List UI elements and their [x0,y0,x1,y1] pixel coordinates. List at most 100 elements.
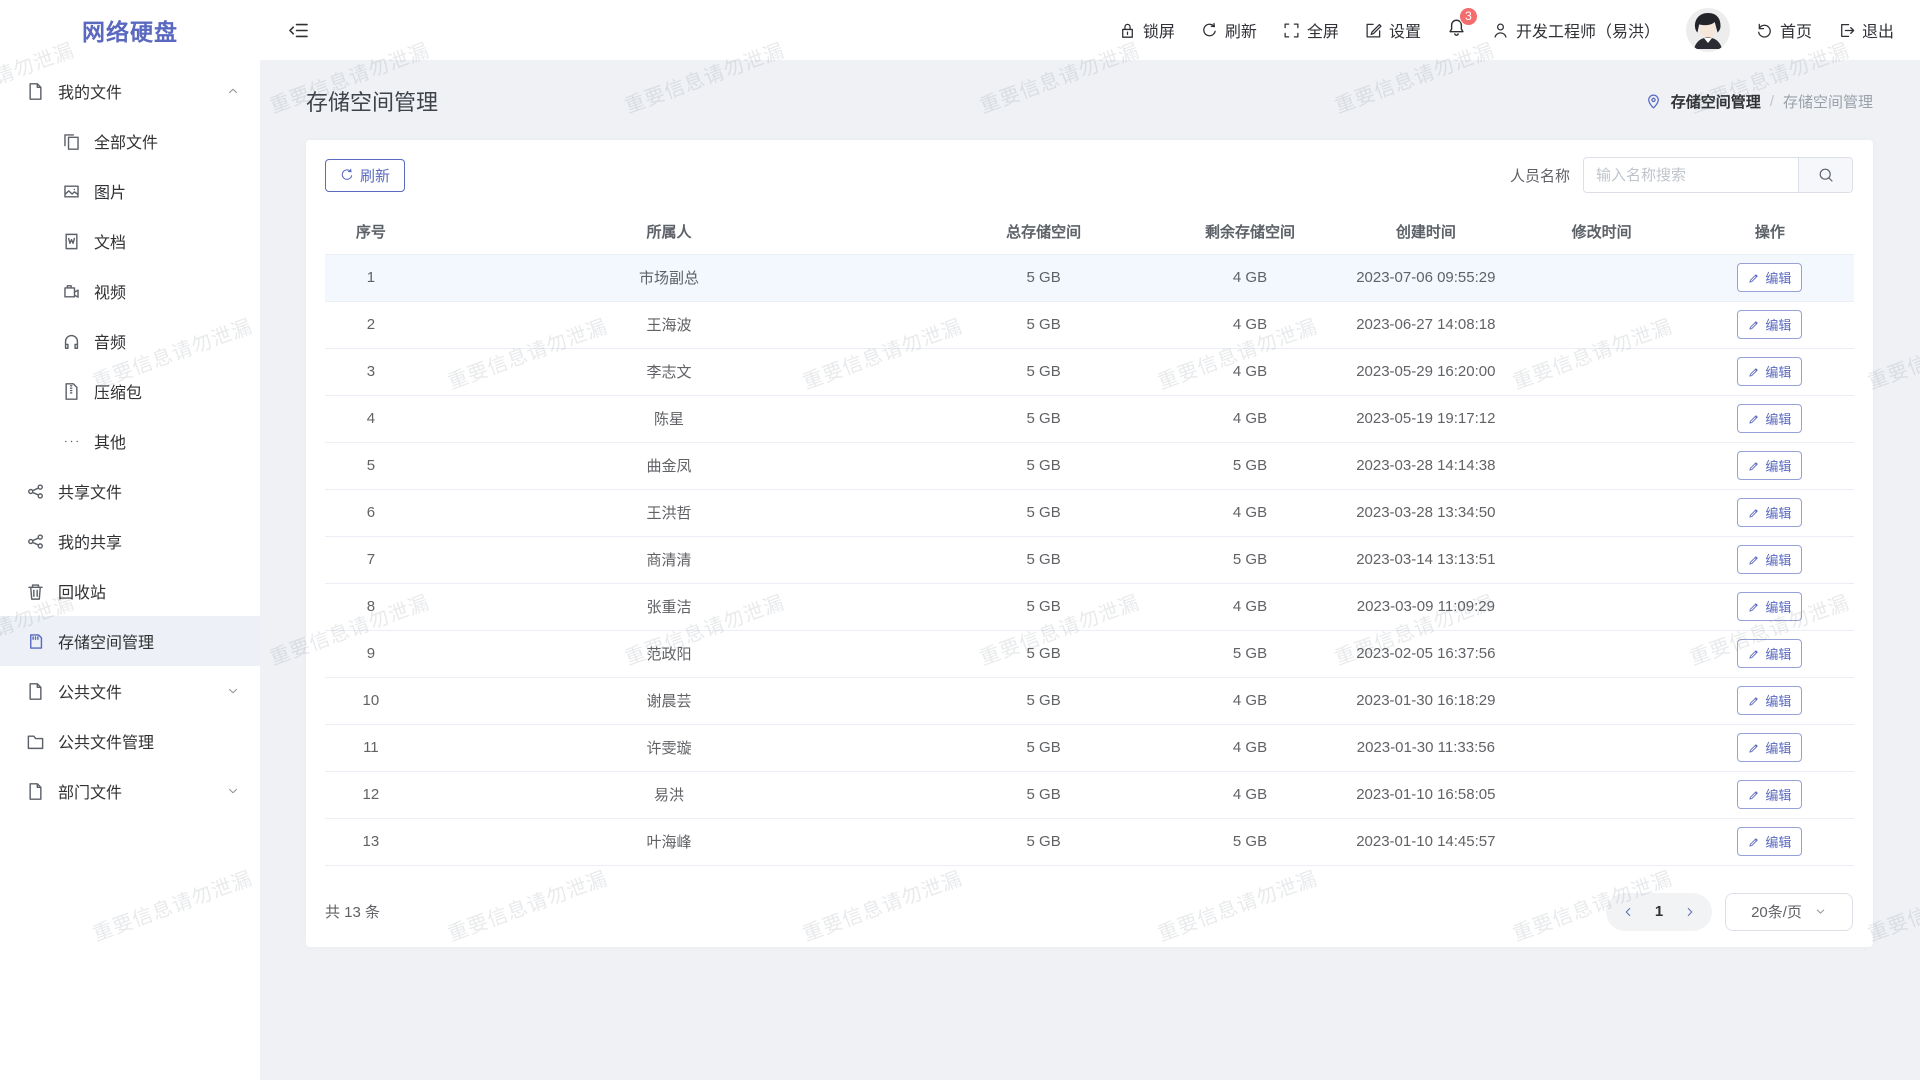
refresh-table-button[interactable]: 刷新 [325,159,405,192]
cell-free: 4 GB [1166,348,1334,395]
sidebar-item-label: 部门文件 [58,779,122,803]
edit-button[interactable]: 编辑 [1737,404,1802,433]
table-row[interactable]: 8张重洁5 GB4 GB2023-03-09 11:09:29编辑 [325,583,1854,630]
fullscreen-button[interactable]: 全屏 [1283,18,1339,42]
page-number[interactable]: 1 [1643,903,1675,920]
location-pin-icon [1645,93,1662,110]
sidebar-item-archives[interactable]: 压缩包 [0,366,260,416]
lock-screen-label: 锁屏 [1143,18,1175,42]
table-row[interactable]: 10谢晨芸5 GB4 GB2023-01-30 16:18:29编辑 [325,677,1854,724]
table-row[interactable]: 5曲金凤5 GB5 GB2023-03-28 14:14:38编辑 [325,442,1854,489]
edit-button[interactable]: 编辑 [1737,451,1802,480]
cell-owner: 张重洁 [417,583,922,630]
edit-button[interactable]: 编辑 [1737,780,1802,809]
chevron-up-icon [226,84,240,98]
prev-page-button[interactable] [1613,905,1643,919]
home-button[interactable]: 首页 [1756,18,1812,42]
edit-button[interactable]: 编辑 [1737,733,1802,762]
edit-button[interactable]: 编辑 [1737,639,1802,668]
trash-icon [26,582,45,601]
column-header: 操作 [1686,210,1854,254]
sidebar-item-label: 存储空间管理 [58,629,154,653]
edit-button-label: 编辑 [1765,268,1791,287]
table-row[interactable]: 13叶海峰5 GB5 GB2023-01-10 14:45:57编辑 [325,818,1854,865]
sidebar-item-audio[interactable]: 音频 [0,316,260,366]
table-row[interactable]: 9范政阳5 GB5 GB2023-02-05 16:37:56编辑 [325,630,1854,677]
avatar[interactable] [1686,8,1730,52]
edit-button[interactable]: 编辑 [1737,545,1802,574]
edit-button[interactable]: 编辑 [1737,357,1802,386]
refresh-page-button[interactable]: 刷新 [1201,18,1257,42]
cell-owner: 商清清 [417,536,922,583]
pager: 1 [1606,893,1712,931]
sidebar-item-all-files[interactable]: 全部文件 [0,116,260,166]
table-row[interactable]: 12易洪5 GB4 GB2023-01-10 16:58:05编辑 [325,771,1854,818]
sidebar-item-public-files-management[interactable]: 公共文件管理 [0,716,260,766]
cell-no: 9 [325,630,417,677]
search-button[interactable] [1798,158,1852,192]
table-row[interactable]: 3李志文5 GB4 GB2023-05-29 16:20:00编辑 [325,348,1854,395]
breadcrumb-item[interactable]: 存储空间管理 [1671,91,1761,112]
cell-no: 13 [325,818,417,865]
user-role-button[interactable]: 开发工程师（易洪） [1492,18,1660,42]
table-row[interactable]: 7商清清5 GB5 GB2023-03-14 13:13:51编辑 [325,536,1854,583]
edit-button[interactable]: 编辑 [1737,592,1802,621]
cell-created: 2023-01-10 16:58:05 [1334,771,1517,818]
cell-owner: 叶海峰 [417,818,922,865]
cell-modified [1518,583,1686,630]
search-input[interactable] [1584,158,1798,192]
breadcrumb-separator: / [1770,93,1774,110]
sidebar-item-images[interactable]: 图片 [0,166,260,216]
page-size-select[interactable]: 20条/页 [1725,893,1853,931]
sidebar-item-public-files[interactable]: 公共文件 [0,666,260,716]
table-row[interactable]: 1市场副总5 GB4 GB2023-07-06 09:55:29编辑 [325,254,1854,301]
table-row[interactable]: 4陈星5 GB4 GB2023-05-19 19:17:12编辑 [325,395,1854,442]
cell-created: 2023-03-28 13:34:50 [1334,489,1517,536]
share-icon [26,482,45,501]
image-icon [62,182,81,201]
edit-button[interactable]: 编辑 [1737,498,1802,527]
edit-pen-icon [1748,601,1760,613]
logout-button[interactable]: 退出 [1838,18,1894,42]
topbar-actions: 锁屏 刷新 全屏 设置 3 开发工程师（易洪） [1119,8,1894,52]
doc-icon [26,782,45,801]
sidebar-item-documents[interactable]: 文档 [0,216,260,266]
edit-button[interactable]: 编辑 [1737,310,1802,339]
sidebar-item-recycle-bin[interactable]: 回收站 [0,566,260,616]
sidebar-item-shared-files[interactable]: 共享文件 [0,466,260,516]
cell-no: 3 [325,348,417,395]
lock-screen-button[interactable]: 锁屏 [1119,18,1175,42]
table-row[interactable]: 2王海波5 GB4 GB2023-06-27 14:08:18编辑 [325,301,1854,348]
table-row[interactable]: 11许雯璇5 GB4 GB2023-01-30 11:33:56编辑 [325,724,1854,771]
cell-no: 2 [325,301,417,348]
sidebar-item-storage-management[interactable]: 存储空间管理 [0,616,260,666]
search-label: 人员名称 [1510,165,1570,186]
video-icon [62,282,81,301]
more-icon [62,432,81,451]
notifications-button[interactable]: 3 [1447,18,1466,42]
next-page-button[interactable] [1675,905,1705,919]
edit-button[interactable]: 编辑 [1737,827,1802,856]
cell-owner: 李志文 [417,348,922,395]
cell-modified [1518,395,1686,442]
settings-button[interactable]: 设置 [1365,18,1421,42]
sidebar-item-my-files[interactable]: 我的文件 [0,66,260,116]
sidebar-item-my-shares[interactable]: 我的共享 [0,516,260,566]
sidebar-item-department-files[interactable]: 部门文件 [0,766,260,816]
logout-icon [1838,22,1855,39]
column-header: 剩余存储空间 [1166,210,1334,254]
breadcrumb: 存储空间管理 / 存储空间管理 [1645,91,1873,112]
share-icon [26,532,45,551]
edit-button[interactable]: 编辑 [1737,686,1802,715]
sidebar-item-videos[interactable]: 视频 [0,266,260,316]
edit-pen-icon [1748,507,1760,519]
sidebar-item-others[interactable]: 其他 [0,416,260,466]
table-row[interactable]: 6王洪哲5 GB4 GB2023-03-28 13:34:50编辑 [325,489,1854,536]
doc-icon [26,82,45,101]
sidebar-collapse-icon[interactable] [288,20,309,41]
edit-button[interactable]: 编辑 [1737,263,1802,292]
edit-pen-icon [1748,695,1760,707]
sidebar-item-label: 压缩包 [94,379,142,403]
cell-no: 5 [325,442,417,489]
cell-no: 6 [325,489,417,536]
